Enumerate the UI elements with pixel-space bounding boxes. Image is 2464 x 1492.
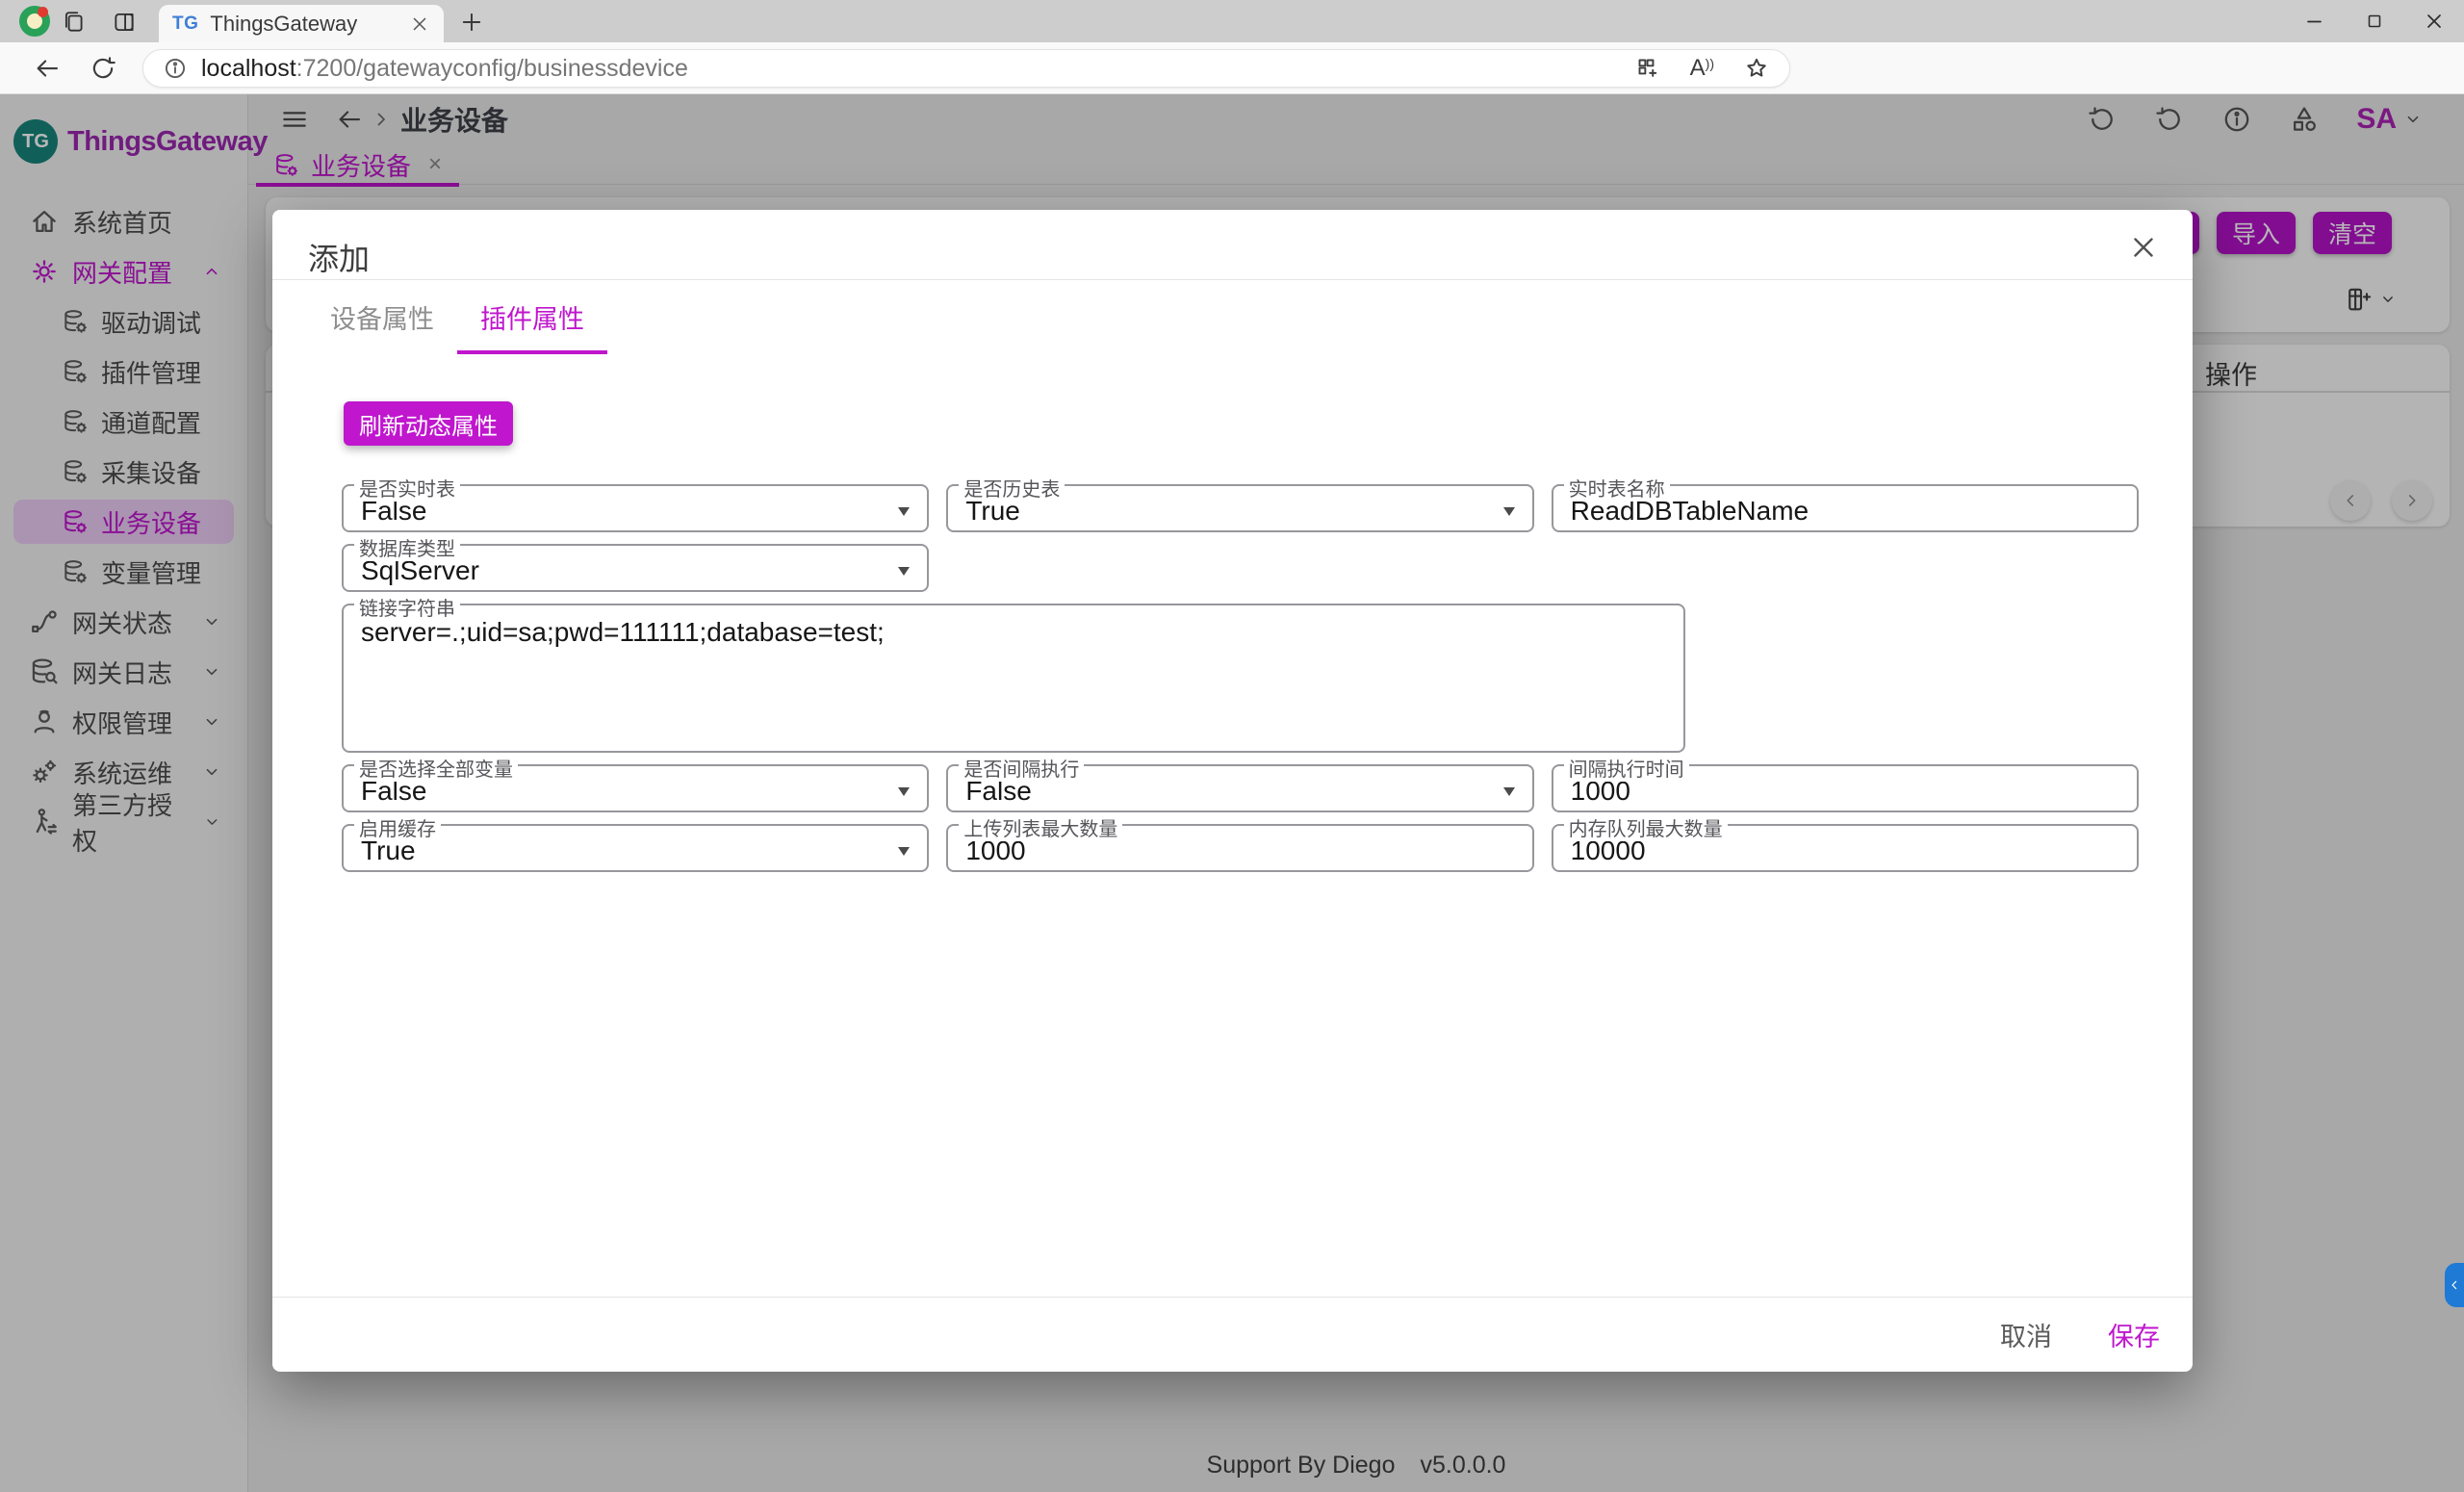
address-bar-actions: A)): [1635, 55, 1770, 82]
minimize-button[interactable]: [2285, 0, 2345, 42]
workspaces-icon[interactable]: [62, 10, 87, 35]
browser-tab-title: ThingsGateway: [210, 12, 398, 37]
field-interval-execution[interactable]: 是否间隔执行 False: [946, 764, 1533, 812]
favicon: TG: [172, 13, 198, 35]
browser-tab[interactable]: TG ThingsGateway: [159, 5, 444, 42]
address-bar[interactable]: localhost:7200/gatewayconfig/businessdev…: [142, 49, 1790, 88]
add-dialog: 添加 设备属性 插件属性 刷新动态属性 是否实时表 False 是否历史表 Tr…: [272, 210, 2193, 1372]
field-database-type[interactable]: 数据库类型 SqlServer: [342, 544, 929, 592]
dialog-actions: 取消 保存: [272, 1297, 2193, 1372]
refresh-dynamic-properties-button[interactable]: 刷新动态属性: [344, 401, 513, 446]
cancel-button[interactable]: 取消: [2000, 1316, 2052, 1353]
field-upload-list-max-count[interactable]: 上传列表最大数量 1000: [946, 824, 1533, 872]
field-realtime-table-name[interactable]: 实时表名称 ReadDBTableName: [1552, 484, 2139, 532]
site-info-icon[interactable]: [163, 56, 188, 81]
window-controls: [2285, 0, 2464, 42]
browser-nav-bar: localhost:7200/gatewayconfig/businessdev…: [0, 42, 2464, 94]
browser-app-logo-icon[interactable]: [19, 6, 50, 37]
screen: TG ThingsGateway localhost:7200/gatewayc…: [0, 0, 2464, 1492]
tab-close-icon[interactable]: [409, 13, 430, 35]
tab-device-properties[interactable]: 设备属性: [307, 279, 457, 354]
close-window-button[interactable]: [2404, 0, 2464, 42]
favorites-star-icon[interactable]: [1743, 55, 1770, 82]
tab-plugin-properties[interactable]: 插件属性: [457, 279, 607, 354]
dialog-title: 添加: [308, 235, 370, 279]
read-aloud-icon[interactable]: A)): [1690, 55, 1714, 82]
field-connection-string[interactable]: 链接字符串 server=.;uid=sa;pwd=111111;databas…: [342, 604, 1685, 753]
field-select-all-variables[interactable]: 是否选择全部变量 False: [342, 764, 929, 812]
field-interval-execution-time[interactable]: 间隔执行时间 1000: [1552, 764, 2139, 812]
plugin-properties-form: 是否实时表 False 是否历史表 True 实时表名称 ReadDBTable…: [342, 484, 2139, 872]
dialog-tabs: 设备属性 插件属性: [307, 279, 607, 354]
reload-icon[interactable]: [89, 54, 117, 83]
maximize-button[interactable]: [2345, 0, 2404, 42]
url-path: :7200/gatewayconfig/businessdevice: [296, 55, 688, 82]
field-is-realtime-table[interactable]: 是否实时表 False: [342, 484, 929, 532]
save-button[interactable]: 保存: [2108, 1316, 2160, 1353]
url-host: localhost: [201, 55, 296, 82]
field-enable-cache[interactable]: 启用缓存 True: [342, 824, 929, 872]
apps-icon[interactable]: [1635, 56, 1661, 82]
edge-sidebar-toggle[interactable]: [2445, 1263, 2464, 1307]
field-is-history-table[interactable]: 是否历史表 True: [946, 484, 1533, 532]
tab-actions-icon[interactable]: [112, 10, 137, 35]
back-icon[interactable]: [33, 54, 62, 83]
new-tab-icon[interactable]: [458, 9, 485, 36]
browser-tab-strip: TG ThingsGateway: [0, 0, 2464, 42]
dialog-close-icon[interactable]: [2127, 231, 2160, 264]
notification-badge: [38, 7, 48, 17]
url-text[interactable]: localhost:7200/gatewayconfig/businessdev…: [201, 55, 688, 83]
field-memory-queue-max-count[interactable]: 内存队列最大数量 10000: [1552, 824, 2139, 872]
